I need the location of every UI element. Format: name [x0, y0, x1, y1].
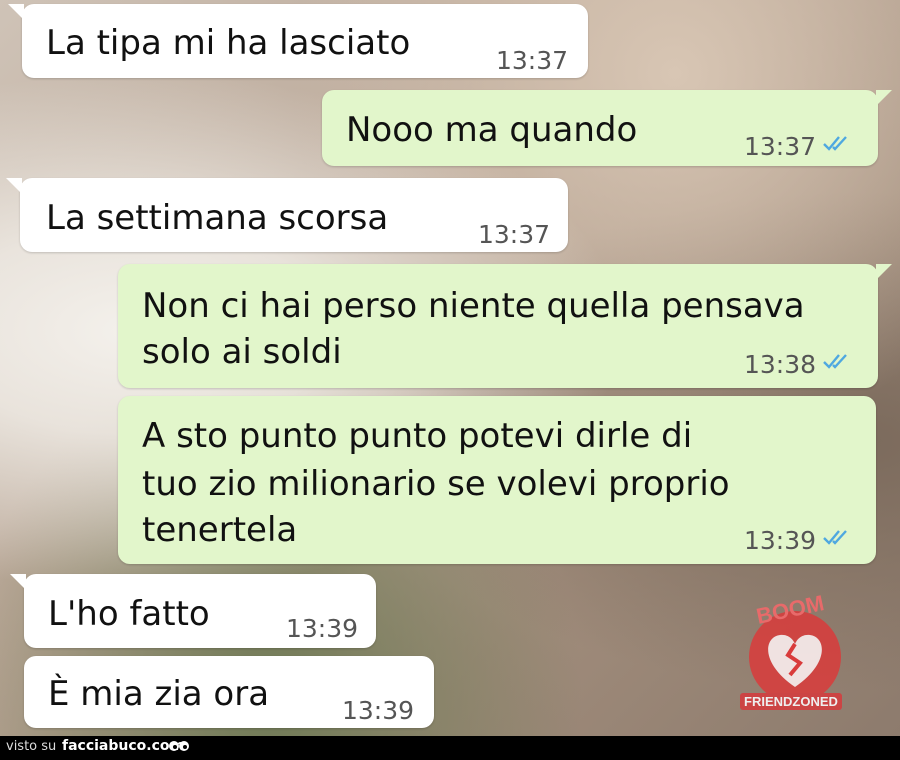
- double-check-icon: [823, 136, 847, 151]
- message-time: 13:39: [286, 614, 359, 643]
- message-text-line: A sto punto punto potevi dirle di: [142, 416, 693, 456]
- site-link[interactable]: facciabuco.com: [62, 738, 184, 754]
- eyes-icon: [169, 741, 189, 751]
- message-text-line: solo ai soldi: [142, 332, 342, 372]
- message-time: 13:39: [744, 526, 817, 555]
- footer-bar: visto su facciabuco.com: [0, 736, 900, 760]
- message-time: 13:37: [496, 46, 569, 75]
- message-incoming[interactable]: È mia zia ora 13:39: [24, 656, 434, 728]
- double-check-icon: [823, 354, 847, 369]
- message-text-line: tuo zio milionario se volevi proprio: [142, 464, 730, 504]
- message-text: È mia zia ora: [48, 674, 270, 714]
- message-incoming[interactable]: La settimana scorsa 13:37: [6, 178, 568, 252]
- boom-friendzoned-logo: BOOM FRIENDZONED: [730, 590, 860, 720]
- message-text: Nooo ma quando: [346, 110, 638, 150]
- message-incoming[interactable]: La tipa mi ha lasciato 13:37: [8, 4, 588, 78]
- message-time: 13:37: [744, 132, 817, 161]
- visto-label: visto su: [6, 739, 57, 754]
- watermark-bottom-text: FRIENDZONED: [740, 693, 842, 710]
- message-text-line: tenertela: [142, 510, 298, 550]
- message-incoming[interactable]: L'ho fatto 13:39: [10, 574, 376, 648]
- message-outgoing[interactable]: Non ci hai perso niente quella pensava s…: [118, 264, 892, 388]
- message-text: La tipa mi ha lasciato: [46, 23, 411, 63]
- message-outgoing[interactable]: Nooo ma quando 13:37: [322, 90, 892, 166]
- message-time: 13:39: [342, 696, 415, 725]
- message-outgoing[interactable]: A sto punto punto potevi dirle di tuo zi…: [118, 396, 876, 564]
- message-text: L'ho fatto: [48, 594, 210, 634]
- message-time: 13:37: [478, 220, 551, 249]
- message-text: La settimana scorsa: [46, 198, 389, 238]
- message-time: 13:38: [744, 350, 817, 379]
- message-text-line: Non ci hai perso niente quella pensava: [142, 286, 805, 326]
- double-check-icon: [823, 530, 847, 545]
